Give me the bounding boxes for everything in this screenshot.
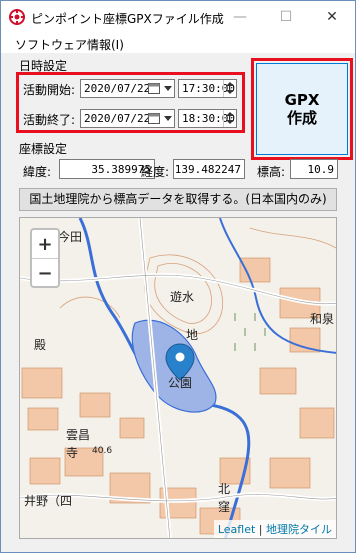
map-label: 雲昌 xyxy=(66,428,91,442)
window-title: ピンポイント座標GPXファイル作成 xyxy=(31,12,224,26)
spin-down-icon[interactable] xyxy=(226,120,234,124)
start-label: 活動開始: xyxy=(23,83,76,97)
map-label: 公園 xyxy=(168,376,193,390)
maximize-icon: ☐ xyxy=(279,9,293,25)
maximize-button[interactable]: ☐ xyxy=(263,1,309,33)
start-date-picker[interactable]: 2020/07/22 xyxy=(80,79,175,98)
chevron-down-icon[interactable] xyxy=(164,86,172,91)
end-time-spinner[interactable] xyxy=(223,110,236,127)
elev-value: 10.9 xyxy=(307,163,335,176)
map-label: 遊水 xyxy=(170,290,195,304)
fetch-elevation-button[interactable]: 国土地理院から標高データを取得する。(日本国内のみ) xyxy=(19,188,337,211)
map-view[interactable]: 今田 遊水 地 公園 和泉 殿 雲昌 寺 井野（四 北 窪 40.6 + − L… xyxy=(19,217,337,539)
menu-item-software-info[interactable]: ソフトウェア情報(I) xyxy=(15,36,124,53)
lat-label: 緯度: xyxy=(23,165,52,179)
menu-bar: ソフトウェア情報(I) xyxy=(1,33,355,53)
start-time-input[interactable]: 17:30:00 xyxy=(178,79,237,98)
chevron-down-icon[interactable] xyxy=(164,116,172,121)
lon-value: 139.482247 xyxy=(174,163,241,176)
map-label: 北 xyxy=(218,482,231,496)
map-attribution: Leaflet | 地理院タイル xyxy=(213,520,336,538)
minimize-icon: — xyxy=(233,9,247,25)
gpx-button-line1: GPX xyxy=(284,91,320,109)
map-label: 地 xyxy=(186,328,199,342)
close-button[interactable]: ✕ xyxy=(309,1,355,33)
end-date-picker[interactable]: 2020/07/22 xyxy=(80,109,175,128)
zoom-control: + − xyxy=(30,228,60,288)
map-label: 井野（四 xyxy=(24,494,73,508)
app-icon xyxy=(9,9,25,25)
leaflet-link[interactable]: Leaflet xyxy=(218,523,255,536)
end-time-input[interactable]: 18:30:00 xyxy=(178,109,237,128)
end-label: 活動終了: xyxy=(23,113,76,127)
zoom-in-button[interactable]: + xyxy=(32,230,58,259)
spin-up-icon[interactable] xyxy=(226,82,234,86)
start-date-value: 2020/07/22 xyxy=(84,82,151,95)
spin-down-icon[interactable] xyxy=(226,90,234,94)
create-gpx-button[interactable]: GPX 作成 xyxy=(256,63,348,155)
app-window: ピンポイント座標GPXファイル作成 — ☐ ✕ ソフトウェア情報(I) 日時設定… xyxy=(0,0,356,553)
map-label: 和泉 xyxy=(310,312,335,326)
end-date-value: 2020/07/22 xyxy=(84,112,151,125)
coords-group-label: 座標設定 xyxy=(19,142,68,156)
calendar-icon[interactable] xyxy=(148,112,160,124)
lon-input[interactable]: 139.482247 xyxy=(173,159,245,179)
title-bar[interactable]: ピンポイント座標GPXファイル作成 — ☐ ✕ xyxy=(1,1,355,33)
elevation-mark: 40.6 xyxy=(92,446,113,456)
gsi-tiles-link[interactable]: 地理院タイル xyxy=(266,523,332,536)
start-time-spinner[interactable] xyxy=(223,80,236,97)
lon-label: 経度: xyxy=(141,165,170,179)
zoom-out-button[interactable]: − xyxy=(32,259,58,287)
attribution-separator: | xyxy=(255,523,266,536)
minimize-button[interactable]: — xyxy=(217,1,263,33)
gpx-button-line2: 作成 xyxy=(286,109,317,127)
calendar-icon[interactable] xyxy=(148,82,160,94)
map-label: 今田 xyxy=(58,230,83,244)
elev-label: 標高: xyxy=(257,165,286,179)
spin-up-icon[interactable] xyxy=(226,112,234,116)
map-label: 寺 xyxy=(66,446,79,460)
close-icon: ✕ xyxy=(326,9,338,25)
map-label: 窪 xyxy=(218,500,231,514)
map-label: 殿 xyxy=(34,338,47,352)
elev-input[interactable]: 10.9 xyxy=(290,159,338,179)
